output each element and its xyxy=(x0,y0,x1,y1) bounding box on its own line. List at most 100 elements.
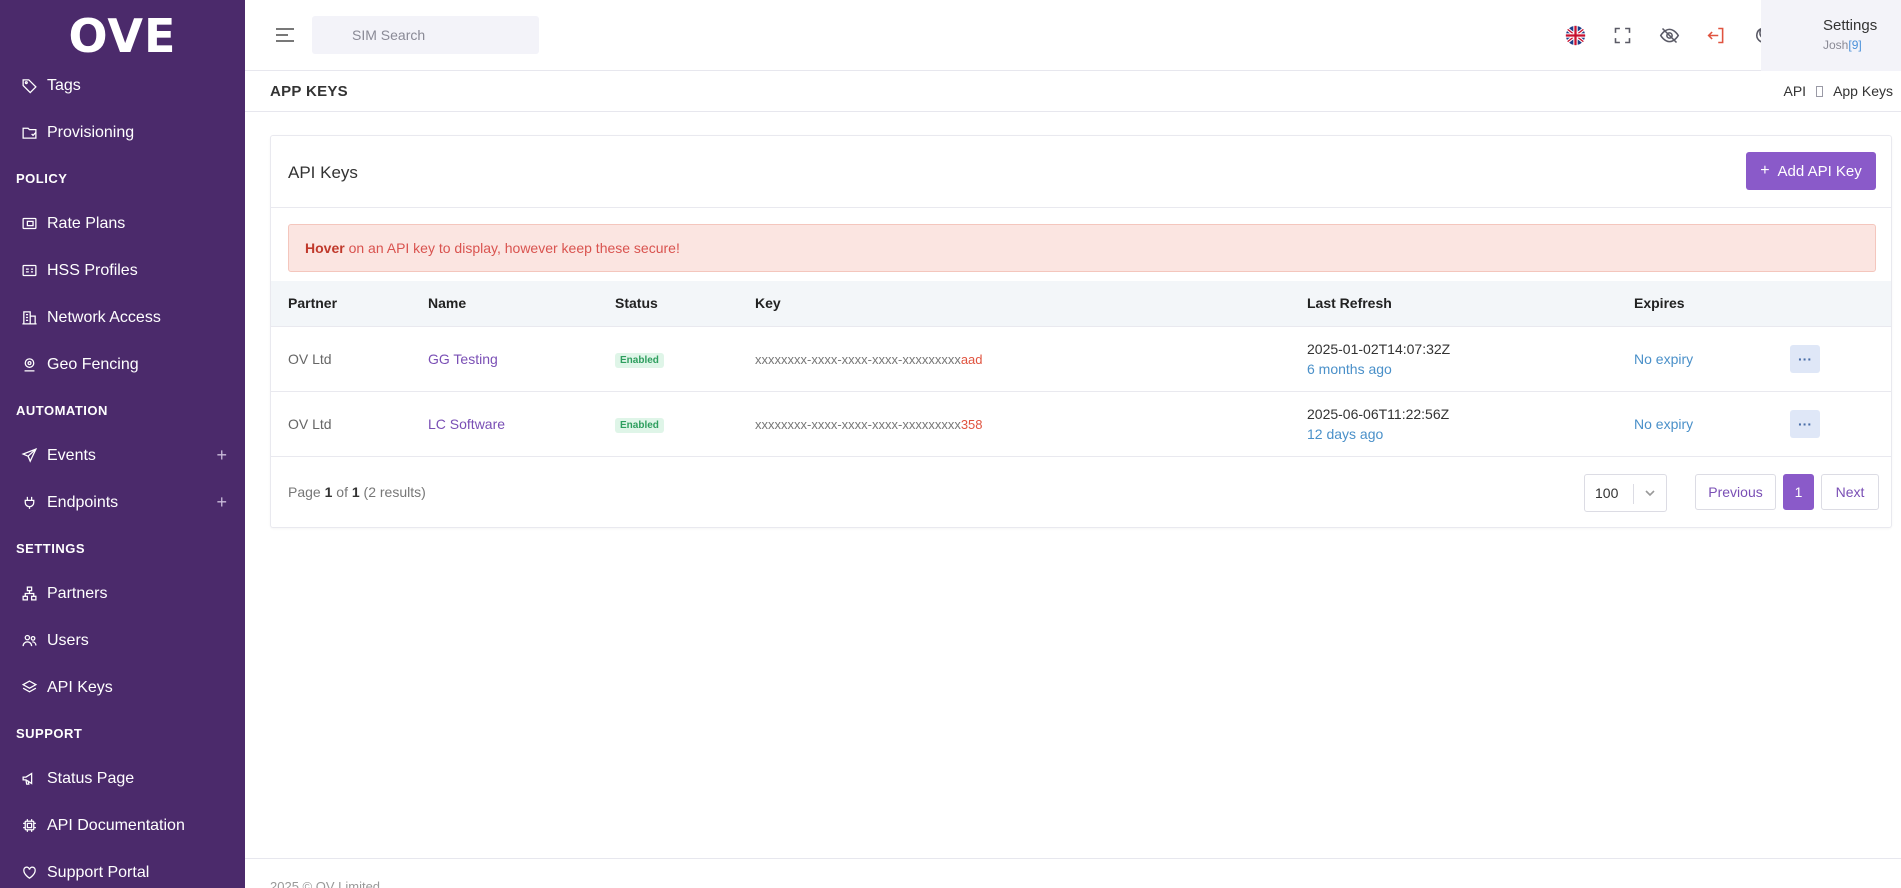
key-name-link[interactable]: GG Testing xyxy=(428,351,498,367)
chip-icon xyxy=(20,817,38,835)
key-mask: xxxxxxxx-xxxx-xxxx-xxxx-xxxxxxxxx xyxy=(755,416,961,432)
key-name-link[interactable]: LC Software xyxy=(428,416,505,432)
cell-key[interactable]: xxxxxxxx-xxxx-xxxx-xxxx-xxxxxxxxxaad xyxy=(755,325,1307,391)
sidebar-item-api-documentation[interactable]: API Documentation xyxy=(0,802,245,849)
breadcrumb-separator-icon xyxy=(1816,85,1824,97)
logo-text: OVE xyxy=(68,9,177,63)
provisioning-icon xyxy=(20,124,38,142)
col-expires[interactable]: Expires xyxy=(1634,281,1790,326)
user-count: [9] xyxy=(1848,38,1862,52)
alert-bold: Hover xyxy=(305,240,345,256)
col-name[interactable]: Name xyxy=(428,281,615,326)
sidebar-item-api-keys[interactable]: API Keys xyxy=(0,664,245,711)
logout-icon[interactable] xyxy=(1705,24,1727,46)
sidebar-item-users[interactable]: Users xyxy=(0,617,245,664)
security-alert: Hover on an API key to display, however … xyxy=(288,224,1876,272)
cell-key[interactable]: xxxxxxxx-xxxx-xxxx-xxxx-xxxxxxxxx358 xyxy=(755,390,1307,456)
col-actions xyxy=(1790,281,1891,326)
page-title: APP KEYS xyxy=(270,83,348,100)
sidebar-section-policy: POLICY xyxy=(16,170,68,186)
tag-icon xyxy=(20,77,38,95)
expiry-value: No expiry xyxy=(1634,350,1694,367)
expiry-value: No expiry xyxy=(1634,415,1694,432)
col-key[interactable]: Key xyxy=(755,281,1307,326)
location-icon xyxy=(20,356,38,374)
chevron-down-icon xyxy=(1643,486,1657,500)
sidebar-item-provisioning[interactable]: Provisioning xyxy=(0,109,245,156)
previous-page-button[interactable]: Previous xyxy=(1695,474,1776,510)
alert-text: on an API key to display, however keep t… xyxy=(344,240,680,256)
page-1-button[interactable]: 1 xyxy=(1783,474,1814,510)
sim-search-input[interactable] xyxy=(312,16,539,54)
settings-label: Settings xyxy=(1823,17,1878,34)
eye-off-icon[interactable] xyxy=(1658,24,1680,46)
sidebar-item-label: Provisioning xyxy=(47,123,135,141)
topbar: Settings Josh[9] xyxy=(245,0,1901,71)
expand-plus-icon[interactable]: + xyxy=(216,445,227,466)
sidebar-item-label: Geo Fencing xyxy=(47,355,139,373)
sidebar-item-label: HSS Profiles xyxy=(47,261,138,279)
cell-partner: OV Ltd xyxy=(271,325,428,391)
sidebar-item-tags[interactable]: Tags xyxy=(0,62,245,109)
key-suffix: aad xyxy=(960,351,983,367)
breadcrumb-api[interactable]: API xyxy=(1783,83,1806,99)
refresh-ago: 6 months ago xyxy=(1307,360,1392,377)
megaphone-icon xyxy=(20,770,38,788)
page-total: 1 xyxy=(351,484,360,500)
sidebar-item-events[interactable]: Events + xyxy=(0,432,245,479)
add-api-key-button[interactable]: + Add API Key xyxy=(1746,152,1876,190)
settings-user-menu[interactable]: Settings Josh[9] xyxy=(1761,0,1901,71)
layers-icon xyxy=(20,679,38,697)
table-row: OV Ltd GG Testing Enabled xxxxxxxx-xxxx-… xyxy=(271,325,1891,391)
page-title-bar: APP KEYS API App Keys xyxy=(245,71,1901,112)
sidebar-item-rate-plans[interactable]: Rate Plans xyxy=(0,200,245,247)
cell-last-refresh: 2025-01-02T14:07:32Z 6 months ago xyxy=(1307,325,1634,391)
row-actions-button[interactable]: ··· xyxy=(1790,409,1820,438)
refresh-datetime: 2025-01-02T14:07:32Z xyxy=(1307,340,1451,357)
fullscreen-icon[interactable] xyxy=(1611,24,1633,46)
table-header-row: Partner Name Status Key Last Refresh Exp… xyxy=(271,281,1891,326)
footer-copyright: 2025 © OV Limited xyxy=(270,879,381,888)
breadcrumb: API App Keys xyxy=(1783,83,1893,99)
sidebar-item-hss-profiles[interactable]: HSS Profiles xyxy=(0,247,245,294)
menu-toggle-icon[interactable] xyxy=(275,26,295,44)
col-last-refresh[interactable]: Last Refresh xyxy=(1307,281,1634,326)
col-partner[interactable]: Partner xyxy=(271,281,428,326)
key-suffix: 358 xyxy=(960,416,983,432)
sidebar-item-label: Network Access xyxy=(47,308,161,326)
sidebar-item-endpoints[interactable]: Endpoints + xyxy=(0,479,245,526)
sidebar-item-partners[interactable]: Partners xyxy=(0,570,245,617)
cell-last-refresh: 2025-06-06T11:22:56Z 12 days ago xyxy=(1307,390,1634,456)
sidebar-item-label: Endpoints xyxy=(47,493,119,511)
sidebar: OVE Tags Provisioning POLICY Rate Plans … xyxy=(0,0,245,888)
table-row: OV Ltd LC Software Enabled xxxxxxxx-xxxx… xyxy=(271,390,1891,456)
next-page-button[interactable]: Next xyxy=(1821,474,1879,510)
status-badge: Enabled xyxy=(615,417,664,433)
user-name: Josh[9] xyxy=(1823,38,1862,52)
plug-icon xyxy=(20,494,38,512)
sidebar-section-settings: SETTINGS xyxy=(16,540,86,556)
page-word: Page xyxy=(288,484,321,500)
breadcrumb-app-keys: App Keys xyxy=(1833,83,1893,99)
plus-icon: + xyxy=(1760,162,1770,179)
row-actions-button[interactable]: ··· xyxy=(1790,344,1820,373)
send-icon xyxy=(20,447,38,465)
sidebar-item-support-portal[interactable]: Support Portal xyxy=(0,849,245,888)
id-card-icon xyxy=(20,262,38,280)
sidebar-item-network-access[interactable]: Network Access xyxy=(0,294,245,341)
sidebar-item-label: Events xyxy=(47,446,96,464)
card-title: API Keys xyxy=(288,163,358,182)
sidebar-item-status-page[interactable]: Status Page xyxy=(0,755,245,802)
per-page-select[interactable]: 100 xyxy=(1584,474,1667,512)
uk-flag-icon[interactable] xyxy=(1564,24,1586,46)
sidebar-section-support: SUPPORT xyxy=(16,725,83,741)
wallet-icon xyxy=(20,215,38,233)
results-count: (2 results) xyxy=(363,484,426,500)
heart-icon xyxy=(20,864,38,882)
col-status[interactable]: Status xyxy=(615,281,755,326)
expand-plus-icon[interactable]: + xyxy=(216,492,227,513)
sidebar-section-automation: AUTOMATION xyxy=(16,402,108,418)
sidebar-item-geo-fencing[interactable]: Geo Fencing xyxy=(0,341,245,388)
api-keys-card: API Keys + Add API Key Hover on an API k… xyxy=(270,135,1892,528)
pagination-bar: Page 1 of 1 (2 results) 100 Previous 1 N… xyxy=(271,456,1891,528)
